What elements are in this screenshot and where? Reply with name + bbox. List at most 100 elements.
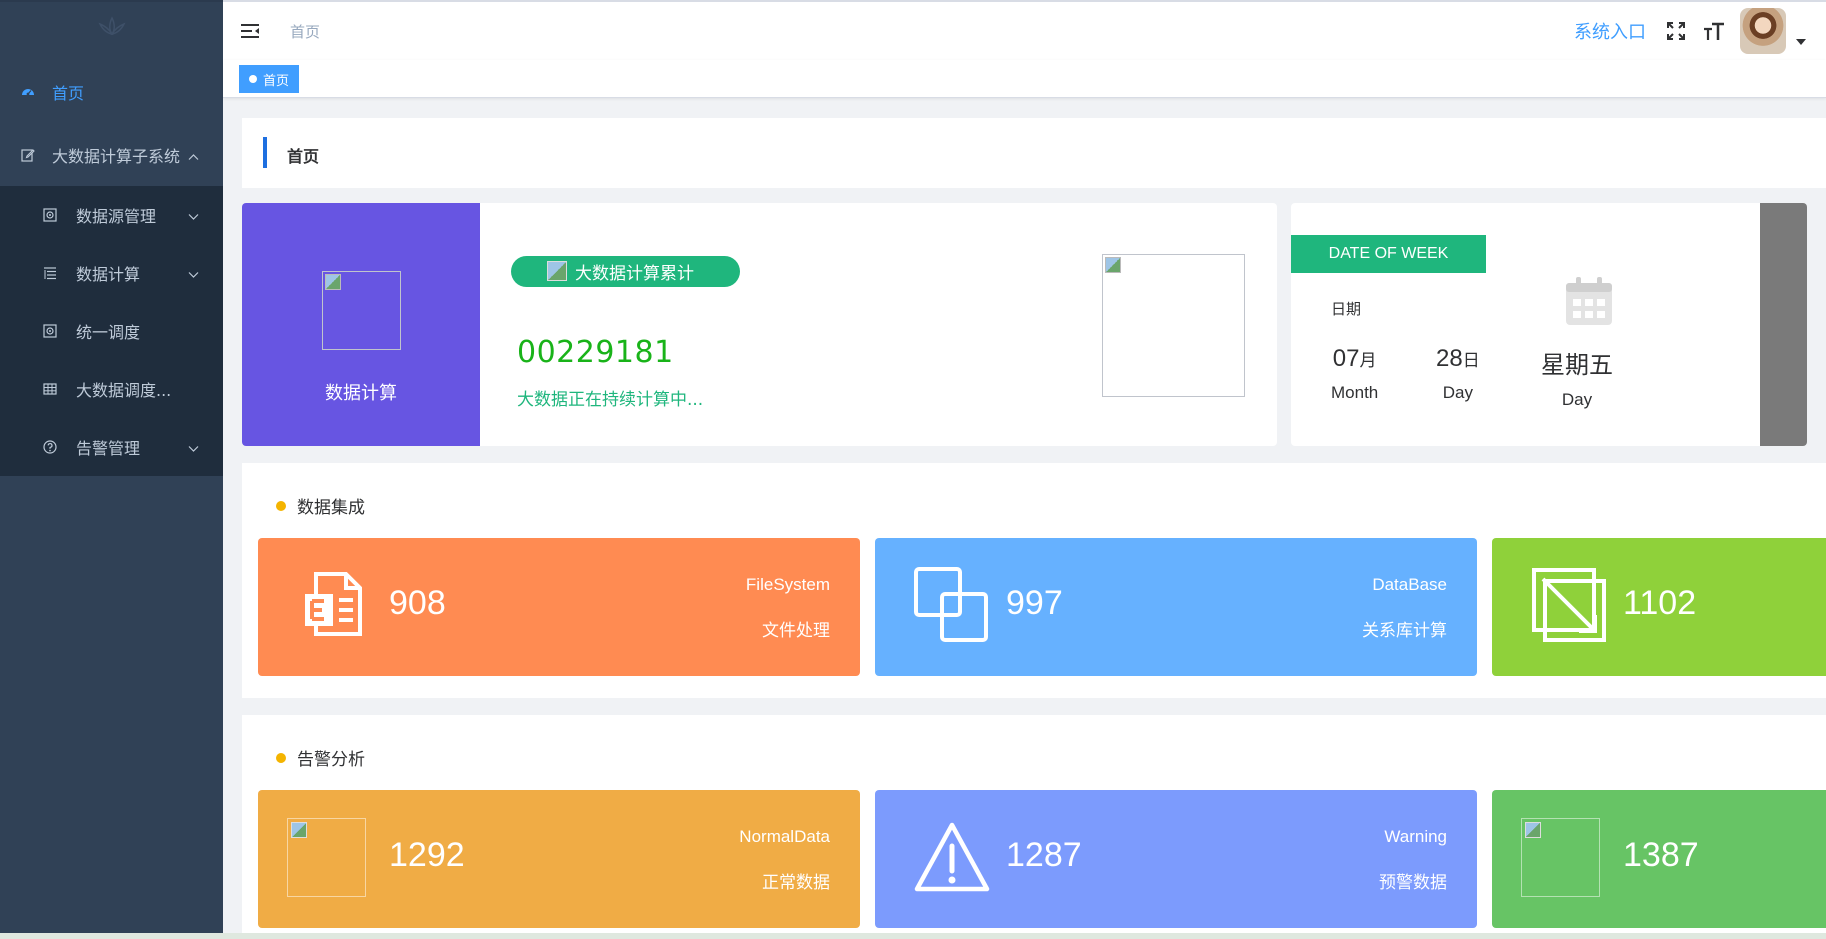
sidebar-item-unified-schedule[interactable]: 统一调度 [0,302,223,360]
chevron-down-icon [188,264,199,283]
tile-number: 908 [389,584,446,622]
tile-en-label: FileSystem [745,575,830,594]
sidebar-item-label: 数据源管理 [76,207,157,226]
compute-total-pill: 大数据计算累计 [511,256,740,287]
compute-stat-left: 数据计算 [242,203,480,446]
tile-en-label: DataBase [1372,575,1447,594]
broken-image-icon [1521,818,1600,897]
sidebar-item-label: 数据计算 [76,265,141,284]
sidebar-item-bigdata-subsystem[interactable]: 大数据计算子系统 [0,123,223,186]
sidebar-item-data-compute[interactable]: 数据计算 [0,244,223,302]
tag-home[interactable]: 首页 [239,65,300,93]
tile-number: 1287 [1006,836,1082,874]
tile-number: 1387 [1623,836,1699,874]
font-size-icon[interactable] [1702,19,1726,43]
tile-cn-label: 预警数据 [1379,873,1447,893]
day-suffix: 日 [1462,351,1480,370]
sidebar-item-bigdata-schedule[interactable]: 大数据调度... [0,360,223,418]
file-icon [296,566,374,644]
page-title: 首页 [287,147,320,166]
edit-icon [20,147,36,163]
tag-label: 首页 [263,73,290,89]
tile-number: 1292 [389,836,465,874]
pill-label: 大数据计算累计 [575,264,694,284]
day-value: 28 [1436,345,1463,372]
database-tile[interactable]: 997 DataBase 关系库计算 [875,538,1477,676]
date-card: DATE OF WEEK 日期 07月 Month 28日 Day 星期五 Da… [1291,203,1807,446]
sidebar-item-label: 首页 [52,83,85,103]
sidebar-item-alert-manage[interactable]: 告警管理 [0,418,223,476]
tile-cn-label: 关系库计算 [1362,621,1447,641]
copy-icon [913,566,991,644]
page-title-card: 首页 [242,118,1826,188]
tile-number: 1102 [1623,584,1697,622]
resize-icon [1530,566,1608,644]
sidebar-item-label: 大数据计算子系统 [52,146,181,166]
fullscreen-icon[interactable] [1664,19,1688,43]
sidebar-submenu: 数据源管理 数据计算 统一调度 大数据调度... 告警管理 [0,186,223,476]
weekday-value: 星期五 [1541,352,1613,379]
date-banner: DATE OF WEEK [1291,235,1486,273]
third-integration-tile[interactable]: 1102 [1492,538,1826,676]
question-icon [42,439,58,455]
title-accent-bar [263,137,267,168]
compute-stat-card: 数据计算 大数据计算累计 00229181 大数据正在持续计算中... [242,203,1277,446]
sidebar: 首页 大数据计算子系统 数据源管理 数据计算 统一调度 大数据调度... 告警管… [0,0,223,933]
alert-title: 告警分析 [276,745,365,770]
weekday-unit: Day [1561,390,1593,409]
warning-tile[interactable]: 1287 Warning 预警数据 [875,790,1477,928]
integration-section: 数据集成 908 FileSystem 文件处理 997 DataBase 关系… [242,463,1826,698]
user-avatar[interactable] [1740,8,1786,54]
broken-image-icon [1102,254,1245,397]
system-entry-link[interactable]: 系统入口 [1574,18,1646,44]
schedule-icon [42,323,58,339]
date-card-side-panel [1760,203,1807,446]
sidebar-item-label: 告警管理 [76,439,141,458]
alert-section: 告警分析 1292 NormalData 正常数据 1287 Warning 预… [242,715,1826,933]
date-label: 日期 [1331,300,1362,318]
section-dot-icon [276,752,286,763]
tile-en-label: NormalData [739,827,830,846]
menu-toggle-icon[interactable] [240,21,260,41]
tile-en-label: Warning [1384,827,1447,846]
sidebar-item-home[interactable]: 首页 [0,60,223,123]
chevron-down-icon [188,206,199,225]
broken-image-icon [287,818,366,897]
filesystem-tile[interactable]: 908 FileSystem 文件处理 [258,538,860,676]
third-alert-tile[interactable]: 1387 [1492,790,1826,928]
normal-data-tile[interactable]: 1292 NormalData 正常数据 [258,790,860,928]
broken-image-icon [322,271,401,350]
topbar-right: 系统入口 [1574,8,1806,54]
database-icon [42,207,58,223]
breadcrumb[interactable]: 首页 [290,21,320,42]
month-suffix: 月 [1359,351,1377,370]
tile-cn-label: 正常数据 [762,873,830,893]
tile-number: 997 [1006,584,1063,622]
sidebar-item-datasource[interactable]: 数据源管理 [0,186,223,244]
month-value: 07 [1332,345,1360,372]
month-unit: Month [1331,383,1379,402]
sidebar-item-label: 统一调度 [76,323,141,342]
tile-cn-label: 文件处理 [762,621,830,641]
day-column: 28日 Day [1436,345,1480,403]
compute-status-text: 大数据正在持续计算中... [517,390,704,410]
section-dot-icon [276,500,286,511]
section-title-text: 告警分析 [297,750,365,770]
warning-icon [913,818,991,896]
chevron-down-icon [188,438,199,457]
broken-image-icon [547,261,567,281]
tag-dot-icon [249,75,257,83]
topbar: 首页 系统入口 [223,0,1826,60]
lotus-logo-icon [97,16,126,36]
calendar-icon [1562,275,1616,333]
compute-total-number: 00229181 [517,335,674,370]
tags-view: 首页 [223,60,1826,98]
weekday-column: 星期五 Day [1541,277,1613,410]
table-icon [42,381,58,397]
app-frame: 首页 大数据计算子系统 数据源管理 数据计算 统一调度 大数据调度... 告警管… [0,0,1826,933]
sidebar-logo [0,2,223,60]
caret-down-icon[interactable] [1796,39,1806,45]
dashboard-icon [20,84,36,100]
section-title-text: 数据集成 [297,498,365,518]
chevron-up-icon [188,145,199,164]
